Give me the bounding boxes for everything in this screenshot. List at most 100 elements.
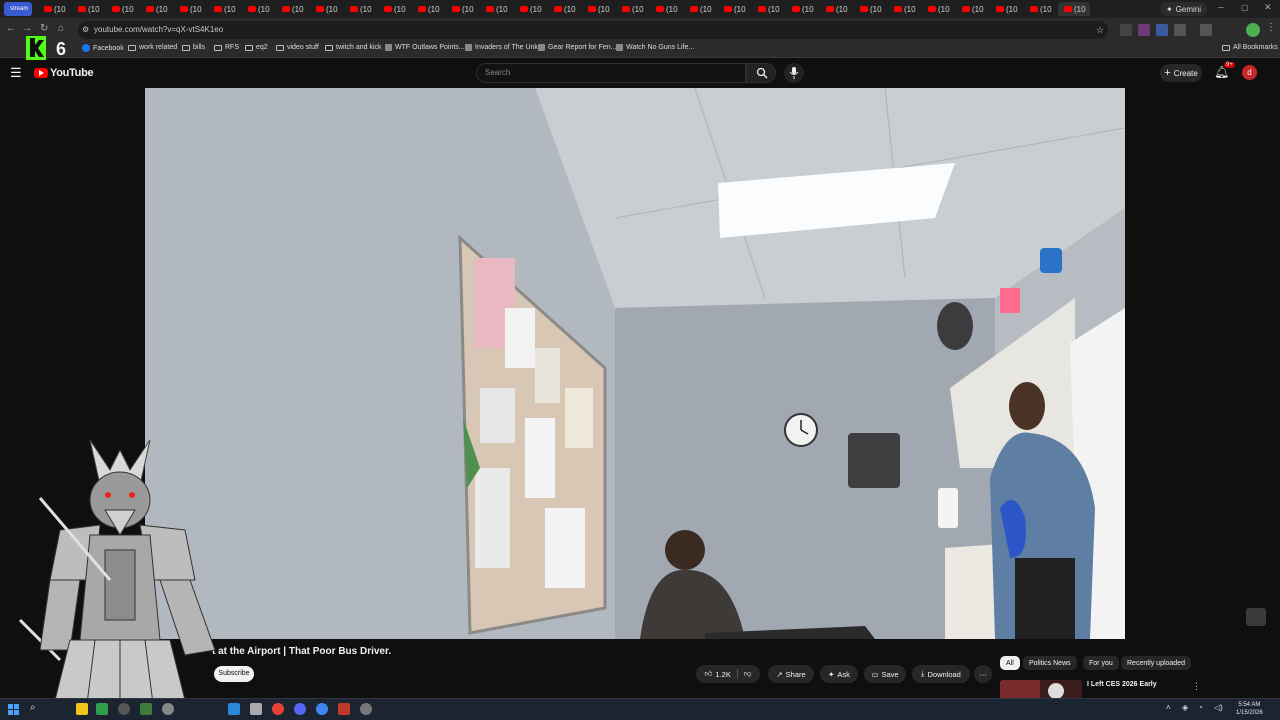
browser-tab[interactable]: (10 xyxy=(854,2,886,16)
ask-button[interactable]: ✦ Ask xyxy=(820,665,858,683)
browser-tab[interactable]: (10 xyxy=(242,2,274,16)
browser-tab[interactable]: (10 xyxy=(412,2,444,16)
bookmark-item[interactable]: Facebook xyxy=(82,44,124,52)
taskbar-app-icon[interactable] xyxy=(338,703,350,715)
all-bookmarks[interactable]: All Bookmarks xyxy=(1222,44,1278,51)
browser-tab[interactable]: (10 xyxy=(38,2,70,16)
save-button[interactable]: ▭ Save xyxy=(864,665,906,683)
search-input[interactable]: Search xyxy=(476,63,746,83)
voice-search-button[interactable] xyxy=(784,63,804,83)
close-window-icon[interactable]: ✕ xyxy=(1264,2,1272,13)
bookmark-item[interactable]: twitch and kick xyxy=(325,44,382,51)
browser-tab[interactable]: (10 xyxy=(650,2,682,16)
minimize-icon[interactable]: ─ xyxy=(1218,3,1224,12)
browser-tab[interactable]: (10 xyxy=(106,2,138,16)
bookmark-item[interactable]: Gear Report for Fen... xyxy=(538,44,616,51)
browser-tab[interactable]: (10 xyxy=(990,2,1022,16)
browser-tab[interactable]: (10 xyxy=(582,2,614,16)
browser-tab[interactable]: (10 xyxy=(752,2,784,16)
browser-tab[interactable]: (10 xyxy=(480,2,512,16)
address-bar[interactable]: ⚙ youtube.com/watch?v=qX-vtS4K1eo ☆ xyxy=(78,21,1108,39)
wifi-icon[interactable]: ◔ xyxy=(1198,703,1203,712)
browser-tab[interactable]: (10 xyxy=(684,2,716,16)
browser-tab[interactable]: (10 xyxy=(888,2,920,16)
browser-tab[interactable]: (10 xyxy=(446,2,478,16)
browser-tab[interactable]: (10 xyxy=(956,2,988,16)
reload-icon[interactable]: ↻ xyxy=(40,23,48,34)
browser-tab[interactable]: (10 xyxy=(786,2,818,16)
bookmark-item[interactable]: Watch No Guns Life... xyxy=(616,44,694,51)
file-explorer-icon[interactable] xyxy=(76,703,88,715)
extensions-puzzle-icon[interactable] xyxy=(1174,24,1186,36)
taskbar-clock[interactable]: 5:54 AM 1/15/2026 xyxy=(1236,701,1263,717)
tray-app-icon[interactable]: ◈ xyxy=(1182,703,1188,712)
chip-politics-news[interactable]: Politics News xyxy=(1023,656,1077,670)
bookmark-item[interactable]: Invaders of The Unk... xyxy=(465,44,544,51)
chip-for-you[interactable]: For you xyxy=(1083,656,1119,670)
windows-start-icon[interactable] xyxy=(8,704,19,715)
browser-tab[interactable]: (10 xyxy=(820,2,852,16)
account-avatar[interactable]: d xyxy=(1242,65,1257,80)
recommendation-title[interactable]: I Left CES 2026 Early xyxy=(1087,681,1157,688)
bookmark-item[interactable]: work related xyxy=(128,44,177,51)
extension-icon[interactable] xyxy=(1120,24,1132,36)
chip-all[interactable]: All xyxy=(1000,656,1020,670)
browser-tab[interactable]: (10 xyxy=(378,2,410,16)
taskbar-app-icon[interactable] xyxy=(118,703,130,715)
taskbar-app-icon[interactable] xyxy=(140,703,152,715)
bookmark-item[interactable]: WTF Outlaws Points... xyxy=(385,44,465,51)
profile-avatar[interactable] xyxy=(1246,23,1260,37)
taskbar-app-icon[interactable] xyxy=(228,703,240,715)
browser-tab[interactable]: (10 xyxy=(1058,2,1090,16)
browser-tab[interactable]: (10 xyxy=(548,2,580,16)
browser-tab[interactable]: stream xyxy=(4,2,32,16)
share-button[interactable]: ↗ Share xyxy=(768,665,814,683)
more-actions-button[interactable]: ⋯ xyxy=(974,665,992,683)
youtube-logo[interactable]: YouTube xyxy=(34,67,94,79)
chip-recently-uploaded[interactable]: Recently uploaded xyxy=(1121,656,1191,670)
back-icon[interactable]: ← xyxy=(6,23,16,34)
browser-tab[interactable]: (10 xyxy=(514,2,546,16)
settings-gear-icon[interactable] xyxy=(360,703,372,715)
site-info-icon[interactable]: ⚙ xyxy=(82,21,89,39)
browser-tab[interactable]: (10 xyxy=(140,2,172,16)
sidepanel-icon[interactable] xyxy=(1200,24,1212,36)
forward-icon[interactable]: → xyxy=(22,23,32,34)
bookmark-item[interactable]: bills xyxy=(182,44,205,51)
browser-tab[interactable]: (10 xyxy=(276,2,308,16)
browser-tab[interactable]: (10 xyxy=(616,2,648,16)
browser-tab[interactable]: (10 xyxy=(922,2,954,16)
taskbar-app-icon[interactable] xyxy=(250,703,262,715)
browser-tab[interactable]: (10 xyxy=(1024,2,1056,16)
gemini-button[interactable]: ✦ Gemini xyxy=(1160,2,1208,16)
taskbar-app-icon[interactable] xyxy=(162,703,174,715)
bookmark-item[interactable]: eq2 xyxy=(245,44,268,51)
bookmark-star-icon[interactable]: ☆ xyxy=(1096,21,1104,39)
taskbar-app-icon[interactable] xyxy=(96,703,108,715)
thumbs-down-icon[interactable]: 👎︎ xyxy=(744,669,752,679)
home-icon[interactable]: ⌂ xyxy=(58,23,64,34)
bookmark-item[interactable]: RFS xyxy=(214,44,239,51)
download-button[interactable]: ⤓ Download xyxy=(912,665,970,683)
extension-icon[interactable] xyxy=(1156,24,1168,36)
browser-tab[interactable]: (10 xyxy=(310,2,342,16)
browser-tab[interactable]: (10 xyxy=(174,2,206,16)
volume-icon[interactable]: ◁) xyxy=(1214,703,1223,712)
browser-tab[interactable]: (10 xyxy=(208,2,240,16)
tray-chevron-up-icon[interactable]: ˄ xyxy=(1166,703,1171,712)
discord-icon[interactable] xyxy=(294,703,306,715)
extension-icon[interactable] xyxy=(1138,24,1150,36)
taskbar-app-icon[interactable] xyxy=(316,703,328,715)
create-button[interactable]: + Create xyxy=(1160,64,1202,82)
more-vertical-icon[interactable]: ⋮ xyxy=(1192,681,1201,692)
browser-tab[interactable]: (10 xyxy=(344,2,376,16)
menu-kebab-icon[interactable]: ⋮ xyxy=(1266,22,1276,33)
taskbar-search-icon[interactable]: ⌕ xyxy=(30,702,36,713)
video-player[interactable] xyxy=(145,88,1125,639)
maximize-icon[interactable]: ▢ xyxy=(1241,3,1249,12)
browser-tab[interactable]: (10 xyxy=(718,2,750,16)
chrome-icon[interactable] xyxy=(272,703,284,715)
hamburger-menu-icon[interactable]: ☰ xyxy=(10,65,22,81)
recommendation-thumbnail[interactable] xyxy=(1000,680,1082,700)
like-button[interactable]: 👍︎ 1.2K xyxy=(705,669,731,679)
